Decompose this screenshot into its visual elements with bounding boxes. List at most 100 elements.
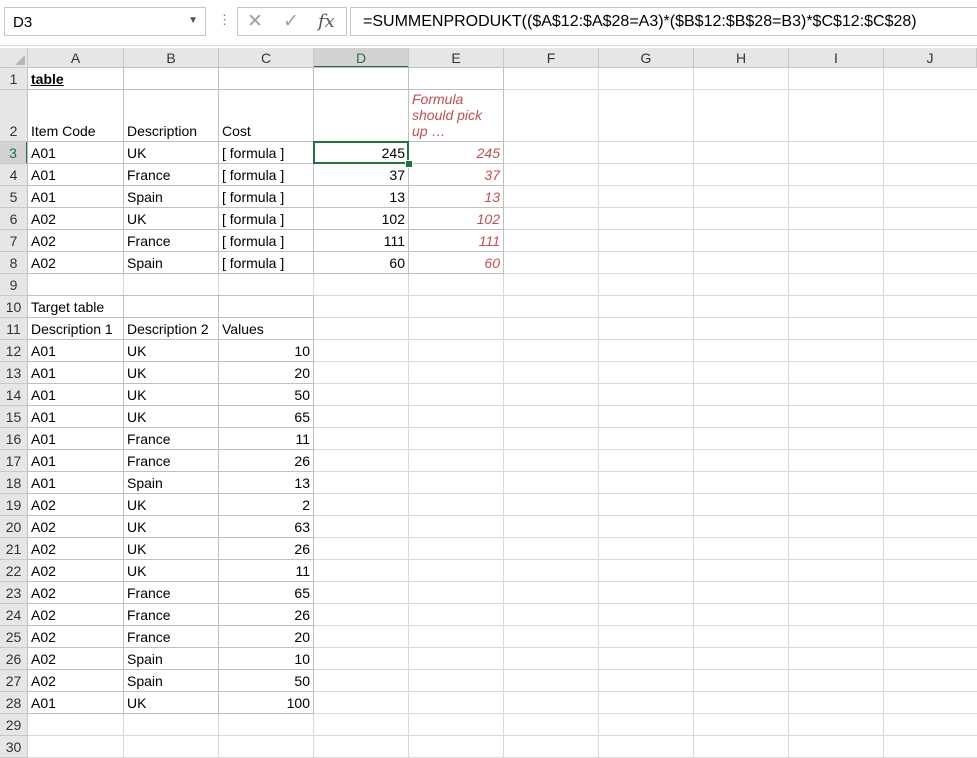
target-header-values[interactable]: Values [219, 318, 313, 339]
row-header-22[interactable]: 22 [0, 560, 28, 582]
cell-a20[interactable]: A02 [28, 516, 123, 537]
cell-e5[interactable]: 13 [409, 186, 503, 207]
cell-e3[interactable]: 245 [409, 142, 503, 163]
target-title[interactable]: Target table [28, 296, 123, 317]
row-header-29[interactable]: 29 [0, 714, 28, 736]
cell-b4[interactable]: France [124, 164, 218, 185]
column-header-d[interactable]: D [314, 48, 409, 68]
column-header-j[interactable]: J [884, 48, 977, 68]
cell-b20[interactable]: UK [124, 516, 218, 537]
cell-b26[interactable]: Spain [124, 648, 218, 669]
row-header-1[interactable]: 1 [0, 68, 28, 90]
cell-c7[interactable]: [ formula ] [219, 230, 313, 251]
cell-b23[interactable]: France [124, 582, 218, 603]
cell-c19[interactable]: 2 [219, 494, 313, 515]
cell-e8[interactable]: 60 [409, 252, 503, 273]
row-header-27[interactable]: 27 [0, 670, 28, 692]
cell-b5[interactable]: Spain [124, 186, 218, 207]
row-header-12[interactable]: 12 [0, 340, 28, 362]
cell-e6[interactable]: 102 [409, 208, 503, 229]
cell-b28[interactable]: UK [124, 692, 218, 713]
cell-b19[interactable]: UK [124, 494, 218, 515]
column-header-f[interactable]: F [504, 48, 599, 68]
cell-c15[interactable]: 65 [219, 406, 313, 427]
row-header-14[interactable]: 14 [0, 384, 28, 406]
cell-b15[interactable]: UK [124, 406, 218, 427]
cell-c6[interactable]: [ formula ] [219, 208, 313, 229]
cell-b21[interactable]: UK [124, 538, 218, 559]
cell-b3[interactable]: UK [124, 142, 218, 163]
row-header-16[interactable]: 16 [0, 428, 28, 450]
cell-a18[interactable]: A01 [28, 472, 123, 493]
cell-c20[interactable]: 63 [219, 516, 313, 537]
cell-b6[interactable]: UK [124, 208, 218, 229]
cell-d7[interactable]: 111 [314, 230, 408, 251]
name-box[interactable]: D3 ▼ [4, 7, 206, 36]
cell-c8[interactable]: [ formula ] [219, 252, 313, 273]
cell-b12[interactable]: UK [124, 340, 218, 361]
cell-a19[interactable]: A02 [28, 494, 123, 515]
row-header-20[interactable]: 20 [0, 516, 28, 538]
chevron-down-icon[interactable]: ▼ [188, 15, 198, 26]
cell-c18[interactable]: 13 [219, 472, 313, 493]
cell-a23[interactable]: A02 [28, 582, 123, 603]
cell-b17[interactable]: France [124, 450, 218, 471]
cell-b24[interactable]: France [124, 604, 218, 625]
cell-b8[interactable]: Spain [124, 252, 218, 273]
cell-b13[interactable]: UK [124, 362, 218, 383]
cell-c24[interactable]: 26 [219, 604, 313, 625]
cell-a24[interactable]: A02 [28, 604, 123, 625]
table-title[interactable]: table [28, 68, 123, 89]
select-all-button[interactable] [0, 48, 28, 68]
row-header-5[interactable]: 5 [0, 186, 28, 208]
cell-a21[interactable]: A02 [28, 538, 123, 559]
column-header-h[interactable]: H [694, 48, 789, 68]
cell-d8[interactable]: 60 [314, 252, 408, 273]
note-cell[interactable]: Formula should pick up … [409, 90, 503, 141]
column-header-e[interactable]: E [409, 48, 504, 68]
row-header-2[interactable]: 2 [0, 90, 28, 142]
cell-b18[interactable]: Spain [124, 472, 218, 493]
cell-a5[interactable]: A01 [28, 186, 123, 207]
cell-a8[interactable]: A02 [28, 252, 123, 273]
row-header-18[interactable]: 18 [0, 472, 28, 494]
target-header-description-1[interactable]: Description 1 [28, 318, 123, 339]
row-header-7[interactable]: 7 [0, 230, 28, 252]
cell-c16[interactable]: 11 [219, 428, 313, 449]
cell-c13[interactable]: 20 [219, 362, 313, 383]
row-header-19[interactable]: 19 [0, 494, 28, 516]
row-header-4[interactable]: 4 [0, 164, 28, 186]
column-header-c[interactable]: C [219, 48, 314, 68]
row-header-26[interactable]: 26 [0, 648, 28, 670]
row-header-25[interactable]: 25 [0, 626, 28, 648]
cell-a28[interactable]: A01 [28, 692, 123, 713]
row-header-6[interactable]: 6 [0, 208, 28, 230]
row-header-13[interactable]: 13 [0, 362, 28, 384]
cell-c5[interactable]: [ formula ] [219, 186, 313, 207]
column-header-g[interactable]: G [599, 48, 694, 68]
row-header-10[interactable]: 10 [0, 296, 28, 318]
cell-a13[interactable]: A01 [28, 362, 123, 383]
cell-c4[interactable]: [ formula ] [219, 164, 313, 185]
insert-function-icon[interactable]: fx [318, 11, 335, 32]
header-description[interactable]: Description [124, 90, 218, 141]
cell-a25[interactable]: A02 [28, 626, 123, 647]
header-item-code[interactable]: Item Code [28, 90, 123, 141]
row-header-21[interactable]: 21 [0, 538, 28, 560]
cell-b7[interactable]: France [124, 230, 218, 251]
row-header-28[interactable]: 28 [0, 692, 28, 714]
more-options-icon[interactable]: ⋮ [218, 12, 231, 28]
cell-c27[interactable]: 50 [219, 670, 313, 691]
cell-c3[interactable]: [ formula ] [219, 142, 313, 163]
cell-d6[interactable]: 102 [314, 208, 408, 229]
cell-a22[interactable]: A02 [28, 560, 123, 581]
cell-c14[interactable]: 50 [219, 384, 313, 405]
column-header-i[interactable]: I [789, 48, 884, 68]
cell-c26[interactable]: 10 [219, 648, 313, 669]
cell-c21[interactable]: 26 [219, 538, 313, 559]
cell-a6[interactable]: A02 [28, 208, 123, 229]
cell-d5[interactable]: 13 [314, 186, 408, 207]
cell-a26[interactable]: A02 [28, 648, 123, 669]
cell-c22[interactable]: 11 [219, 560, 313, 581]
cell-e7[interactable]: 111 [409, 230, 503, 251]
